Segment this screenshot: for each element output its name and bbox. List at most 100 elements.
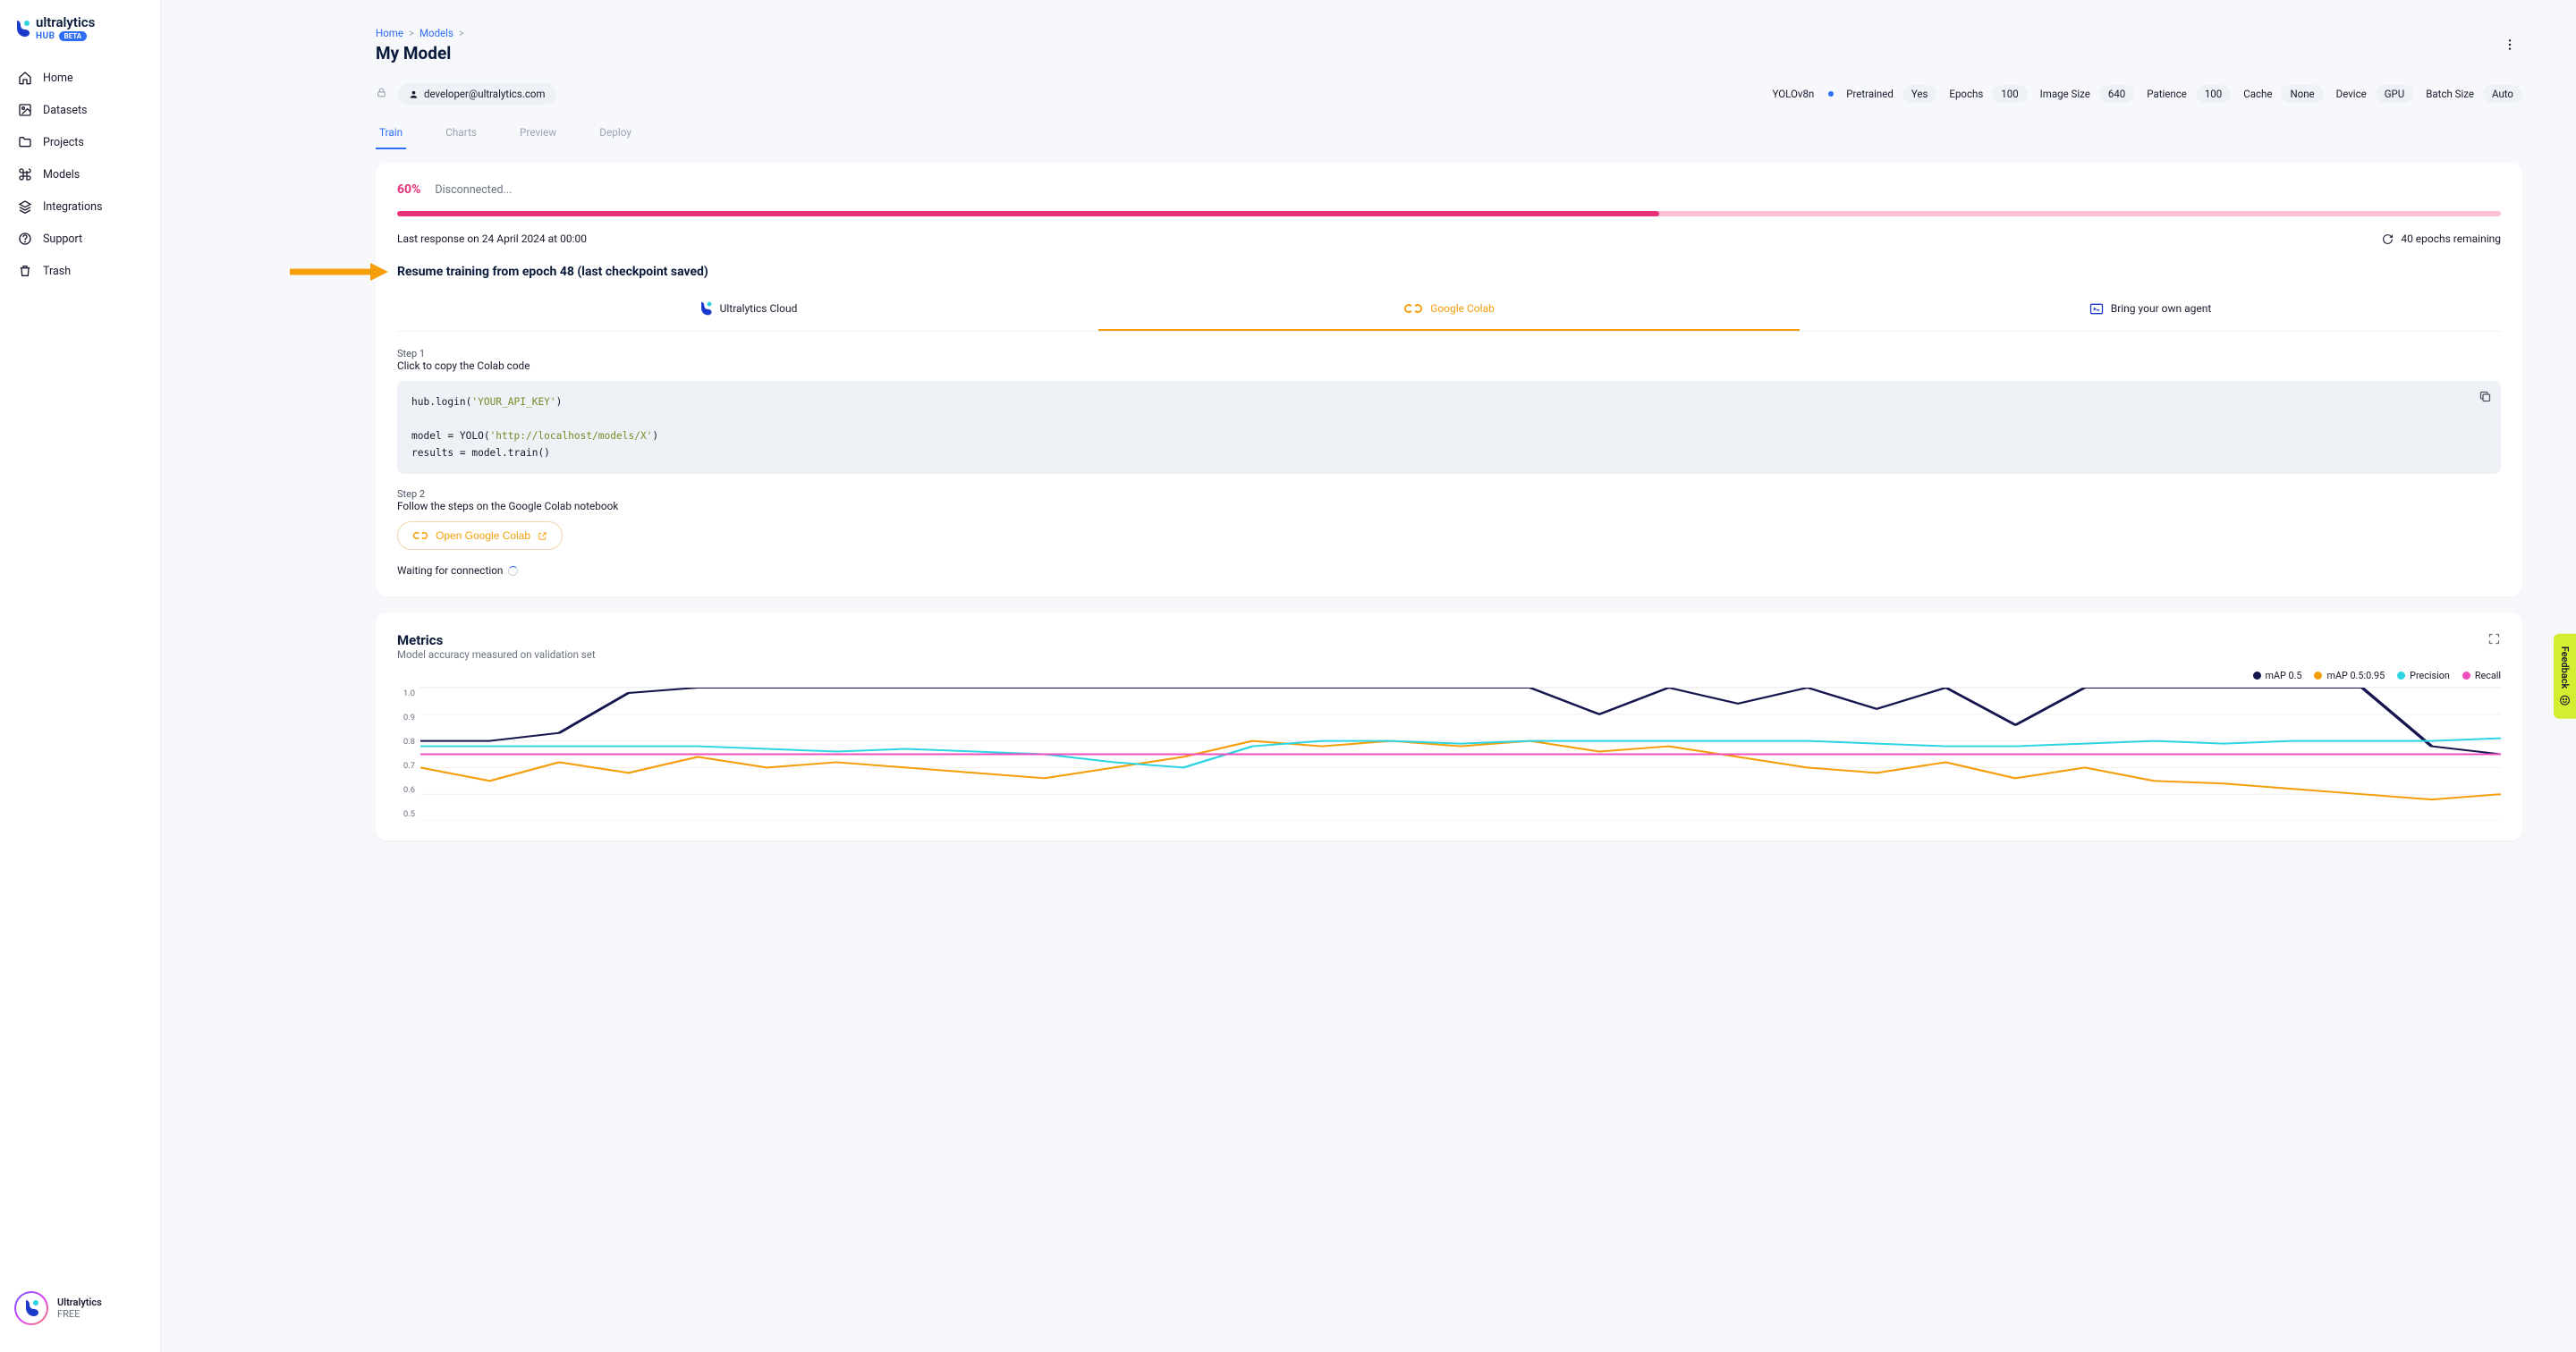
folder-icon bbox=[18, 135, 32, 149]
brand-badge: BETA bbox=[59, 31, 88, 41]
org-name: Ultralytics bbox=[57, 1297, 102, 1308]
avatar bbox=[14, 1291, 48, 1325]
train-tab-label: Google Colab bbox=[1430, 302, 1495, 315]
meta-value: 100 bbox=[2196, 85, 2231, 103]
sidebar-item-trash[interactable]: Trash bbox=[9, 256, 151, 286]
sidebar-item-label: Projects bbox=[43, 136, 84, 149]
breadcrumb-link[interactable]: Home bbox=[376, 27, 403, 39]
tab-charts[interactable]: Charts bbox=[442, 119, 480, 149]
brand-sub: HUB bbox=[36, 31, 55, 41]
trash-icon bbox=[18, 264, 32, 278]
sidebar-item-label: Models bbox=[43, 168, 80, 182]
home-icon bbox=[18, 71, 32, 85]
meta-value: 640 bbox=[2099, 85, 2134, 103]
terminal-icon bbox=[2089, 303, 2104, 315]
sidebar-item-datasets[interactable]: Datasets bbox=[9, 95, 151, 125]
legend-item[interactable]: mAP 0.5:0.95 bbox=[2314, 670, 2385, 681]
legend-dot-icon bbox=[2314, 672, 2322, 680]
sidebar-item-integrations[interactable]: Integrations bbox=[9, 191, 151, 222]
model-meta: YOLOv8n PretrainedYes Epochs100 Image Si… bbox=[1772, 85, 2522, 103]
sidebar-item-support[interactable]: Support bbox=[9, 224, 151, 254]
owner-chip[interactable]: developer@ultralytics.com bbox=[398, 83, 556, 105]
progress-fill bbox=[397, 211, 1659, 216]
spinner-icon bbox=[508, 566, 518, 576]
tab-train[interactable]: Train bbox=[376, 119, 406, 149]
waiting-status: Waiting for connection bbox=[397, 564, 2501, 577]
meta-label: Device bbox=[2336, 88, 2367, 100]
chevron-right-icon: > bbox=[409, 27, 414, 39]
sidebar-item-models[interactable]: Models bbox=[9, 159, 151, 190]
meta-label: Pretrained bbox=[1846, 88, 1894, 100]
meta-value: GPU bbox=[2376, 85, 2414, 103]
smile-icon bbox=[2559, 694, 2571, 706]
ultralytics-icon bbox=[699, 300, 713, 317]
train-tab-label: Bring your own agent bbox=[2111, 302, 2212, 315]
tab-deploy[interactable]: Deploy bbox=[596, 119, 635, 149]
sidebar-item-projects[interactable]: Projects bbox=[9, 127, 151, 157]
metrics-subtitle: Model accuracy measured on validation se… bbox=[397, 648, 596, 661]
step1-desc: Click to copy the Colab code bbox=[397, 359, 2501, 372]
legend-dot-icon bbox=[2397, 672, 2405, 680]
resume-title: Resume training from epoch 48 (last chec… bbox=[397, 265, 2501, 279]
code-block[interactable]: hub.login('YOUR_API_KEY') model = YOLO('… bbox=[397, 381, 2501, 474]
tabs: Train Charts Preview Deploy bbox=[376, 119, 2522, 150]
brand-name: ultralytics bbox=[36, 16, 95, 30]
chart-legend: mAP 0.5 mAP 0.5:0.95 Precision Recall bbox=[397, 670, 2501, 681]
logo[interactable]: ultralytics HUB BETA bbox=[0, 16, 160, 57]
meta-label: Batch Size bbox=[2426, 88, 2474, 100]
chart-svg bbox=[420, 687, 2501, 821]
meta-value: Yes bbox=[1902, 85, 1937, 103]
owner-email: developer@ultralytics.com bbox=[424, 88, 546, 100]
breadcrumb-link[interactable]: Models bbox=[419, 27, 453, 39]
step2-desc: Follow the steps on the Google Colab not… bbox=[397, 500, 2501, 512]
feedback-button[interactable]: Feedback bbox=[2554, 634, 2576, 719]
sidebar-item-home[interactable]: Home bbox=[9, 63, 151, 93]
expand-button[interactable] bbox=[2487, 632, 2501, 649]
meta-value: None bbox=[2281, 85, 2323, 103]
train-tab-byo[interactable]: Bring your own agent bbox=[1800, 292, 2501, 331]
tab-preview[interactable]: Preview bbox=[516, 119, 560, 149]
nav: Home Datasets Projects Models Integratio… bbox=[0, 57, 160, 292]
meta-label: YOLOv8n bbox=[1772, 88, 1814, 100]
legend-item[interactable]: Precision bbox=[2397, 670, 2450, 681]
step2-label: Step 2 bbox=[397, 488, 2501, 500]
metrics-title: Metrics bbox=[397, 632, 596, 648]
y-axis: 1.0 0.9 0.8 0.7 0.6 0.5 bbox=[397, 687, 420, 821]
open-colab-button[interactable]: Open Google Colab bbox=[397, 521, 563, 550]
progress-status: Disconnected... bbox=[435, 183, 512, 197]
legend-item[interactable]: Recall bbox=[2462, 670, 2501, 681]
legend-dot-icon bbox=[2462, 672, 2470, 680]
more-button[interactable] bbox=[2497, 32, 2522, 61]
sidebar-item-label: Datasets bbox=[43, 104, 88, 117]
legend-dot-icon bbox=[2253, 672, 2261, 680]
sidebar-footer[interactable]: Ultralytics FREE bbox=[0, 1280, 160, 1336]
header-row: developer@ultralytics.com YOLOv8n Pretra… bbox=[376, 83, 2522, 105]
sidebar-item-label: Trash bbox=[43, 265, 71, 278]
command-icon bbox=[18, 167, 32, 182]
person-icon bbox=[409, 89, 419, 99]
colab-icon bbox=[412, 530, 428, 541]
epochs-remaining: 40 epochs remaining bbox=[2401, 232, 2501, 245]
legend-item[interactable]: mAP 0.5 bbox=[2253, 670, 2302, 681]
logo-mark-icon bbox=[14, 19, 30, 38]
sidebar-item-label: Integrations bbox=[43, 200, 102, 214]
sidebar: ultralytics HUB BETA Home Datasets Proje… bbox=[0, 0, 161, 1352]
help-icon bbox=[18, 232, 32, 246]
copy-button[interactable] bbox=[2479, 390, 2492, 409]
train-tab-colab[interactable]: Google Colab bbox=[1098, 292, 1800, 331]
train-tab-cloud[interactable]: Ultralytics Cloud bbox=[397, 292, 1098, 331]
lock-icon bbox=[376, 87, 387, 102]
main: Home > Models > My Model developer@ultra… bbox=[161, 0, 2576, 1352]
train-tab-label: Ultralytics Cloud bbox=[720, 302, 798, 315]
step1-label: Step 1 bbox=[397, 348, 2501, 359]
arrow-annotation-icon bbox=[290, 261, 388, 283]
meta-value: Auto bbox=[2483, 85, 2522, 103]
page-title: My Model bbox=[376, 43, 2522, 63]
chart: 1.0 0.9 0.8 0.7 0.6 0.5 bbox=[397, 687, 2501, 821]
progress-bar bbox=[397, 211, 2501, 216]
refresh-icon bbox=[2382, 233, 2394, 245]
external-link-icon bbox=[538, 531, 547, 541]
meta-value: 100 bbox=[1992, 85, 2027, 103]
train-tabs: Ultralytics Cloud Google Colab Bring you… bbox=[397, 292, 2501, 332]
meta-label: Patience bbox=[2147, 88, 2187, 100]
